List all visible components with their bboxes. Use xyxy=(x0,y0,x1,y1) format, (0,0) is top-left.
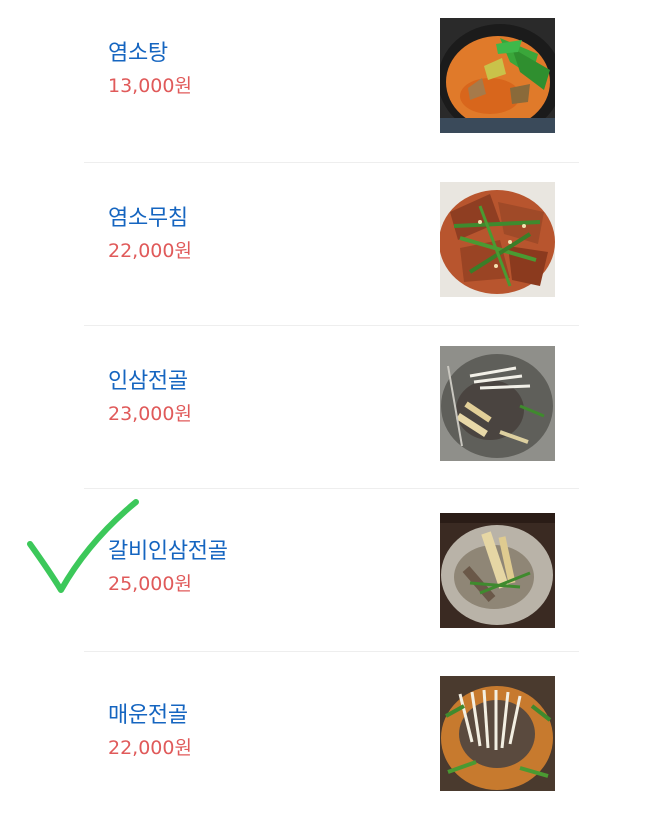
menu-item-name[interactable]: 염소탕 xyxy=(108,40,192,68)
ginseng-hotpot-photo[interactable] xyxy=(440,346,555,461)
menu-item-galbi-ginseng-hotpot[interactable]: 갈비인삼전골 25,000원 xyxy=(84,489,579,652)
menu-item-text: 인삼전골 23,000원 xyxy=(108,368,192,426)
menu-item-price: 23,000원 xyxy=(108,403,192,425)
menu-item-name[interactable]: 갈비인삼전골 xyxy=(108,538,228,566)
menu-item-ginseng-hotpot[interactable]: 인삼전골 23,000원 xyxy=(84,326,579,489)
menu-item-price: 22,000원 xyxy=(108,240,192,262)
spicy-hotpot-photo-image xyxy=(440,676,555,791)
goat-salad-photo-image xyxy=(440,182,555,297)
galbi-ginseng-hotpot-photo-image xyxy=(440,513,555,628)
menu-item-price: 13,000원 xyxy=(108,75,192,97)
menu-item-name[interactable]: 염소무침 xyxy=(108,205,192,233)
menu-item-spicy-hotpot[interactable]: 매운전골 22,000원 xyxy=(84,652,579,815)
menu-item-price: 25,000원 xyxy=(108,573,192,595)
ginseng-hotpot-photo-image xyxy=(440,346,555,461)
menu-item-name[interactable]: 매운전골 xyxy=(108,702,192,730)
menu-item-text: 갈비인삼전골 25,000원 xyxy=(108,538,228,596)
galbi-ginseng-hotpot-photo[interactable] xyxy=(440,513,555,628)
menu-item-text: 염소탕 13,000원 xyxy=(108,40,192,98)
menu-item-goat-stew[interactable]: 염소탕 13,000원 xyxy=(84,0,579,163)
menu-item-text: 염소무침 22,000원 xyxy=(108,205,192,263)
goat-stew-photo-image xyxy=(440,18,555,133)
goat-salad-photo[interactable] xyxy=(440,182,555,297)
spicy-hotpot-photo[interactable] xyxy=(440,676,555,791)
menu-item-name[interactable]: 인삼전골 xyxy=(108,368,192,396)
menu-item-price: 22,000원 xyxy=(108,737,192,759)
menu-item-goat-salad[interactable]: 염소무침 22,000원 xyxy=(84,163,579,326)
menu-list: 염소탕 13,000원 염소무침 22,000원 인삼전골 23,000원 갈비… xyxy=(84,0,579,815)
goat-stew-photo[interactable] xyxy=(440,18,555,133)
menu-item-text: 매운전골 22,000원 xyxy=(108,702,192,760)
